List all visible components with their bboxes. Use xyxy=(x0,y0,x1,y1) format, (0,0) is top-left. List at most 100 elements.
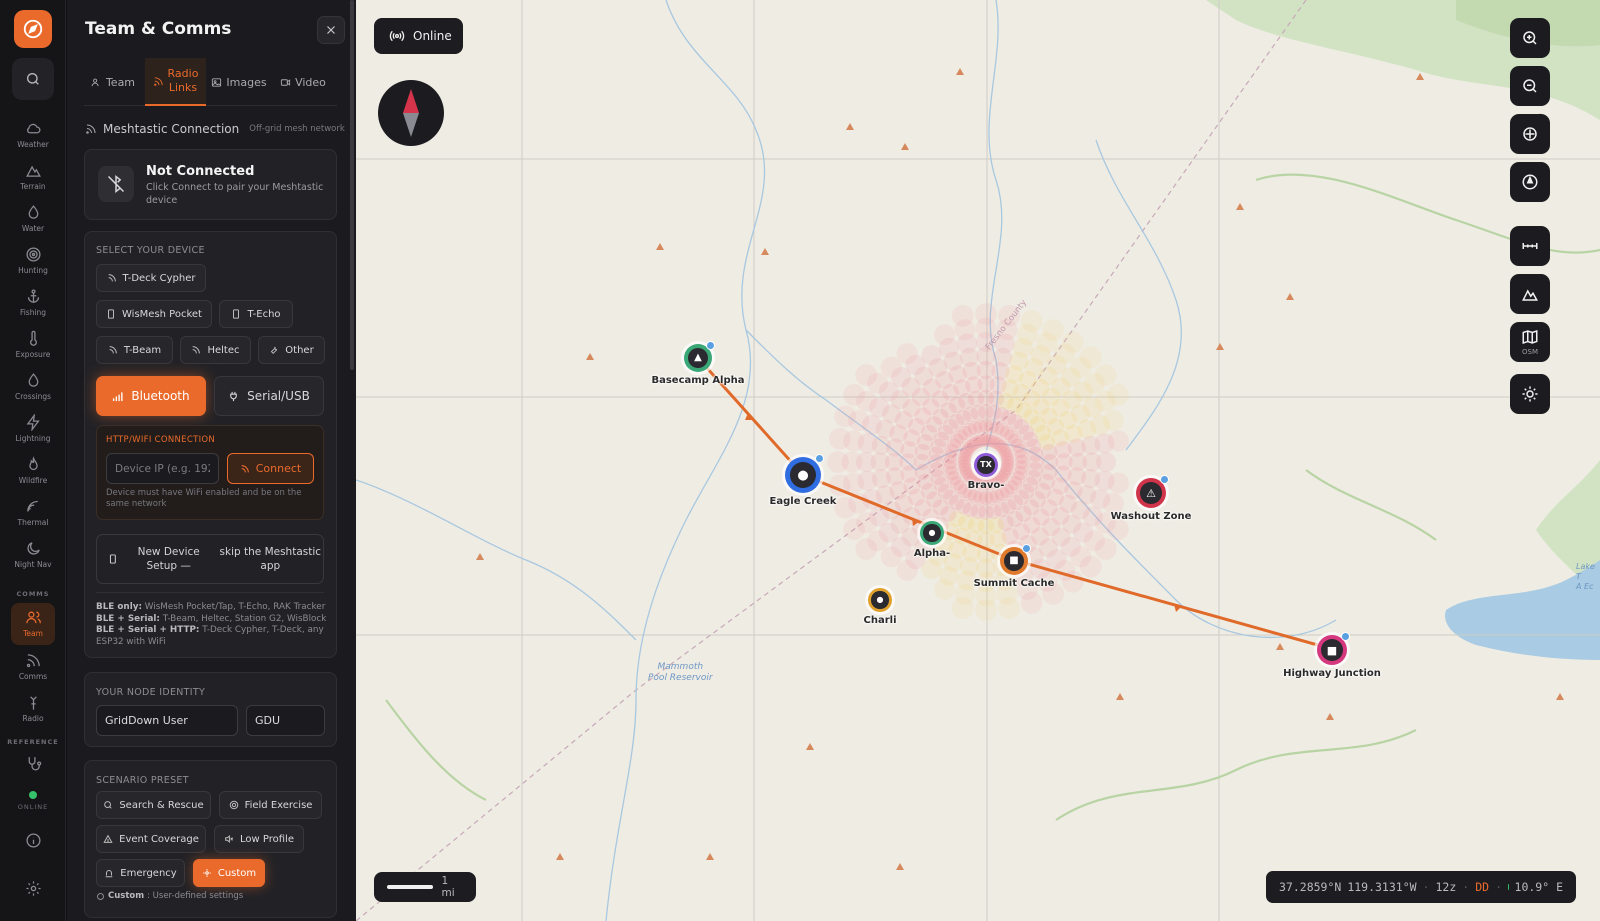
measure-button[interactable] xyxy=(1510,226,1550,266)
panel-scrollbar[interactable] xyxy=(350,0,354,370)
osm-label: OSM xyxy=(1522,348,1538,356)
map-marker[interactable]: ⚠ xyxy=(1136,475,1169,508)
preset-note-value: : User-defined settings xyxy=(147,891,244,901)
coverage-dot xyxy=(896,559,918,581)
ruler-icon xyxy=(1522,243,1538,249)
tab-video[interactable]: Video xyxy=(273,58,333,106)
gear-icon xyxy=(25,881,41,896)
map-marker[interactable]: TX xyxy=(974,453,998,477)
rss-icon xyxy=(108,274,116,282)
rail-item-fishing[interactable]: Fishing xyxy=(0,288,66,328)
device-ip-input[interactable] xyxy=(106,453,219,484)
rail-item-label: Wildfire xyxy=(18,476,48,485)
coverage-dot xyxy=(1079,346,1102,369)
chip-label: Event Coverage xyxy=(119,833,199,845)
flame-icon xyxy=(28,456,38,471)
map-marker[interactable]: ▲ xyxy=(684,341,715,372)
info-button[interactable] xyxy=(0,832,66,872)
compat-value: T-Beam, Heltec, Station G2, WisBlock xyxy=(162,613,327,624)
preset-emergency[interactable]: Emergency xyxy=(96,859,185,887)
rail-item-exposure[interactable]: Exposure xyxy=(0,330,66,370)
coverage-dot xyxy=(1094,538,1117,560)
coordinate-format-toggle[interactable]: DD xyxy=(1475,880,1489,894)
preset-event-coverage[interactable]: Event Coverage xyxy=(96,825,206,853)
map-icon xyxy=(1522,329,1538,345)
bluetooth-button[interactable]: Bluetooth xyxy=(96,376,206,416)
app-logo[interactable] xyxy=(14,10,52,48)
preset-field-exercise[interactable]: Field Exercise xyxy=(219,791,322,819)
coverage-dot xyxy=(1020,310,1043,333)
compass-button[interactable] xyxy=(378,80,444,146)
coverage-dot xyxy=(827,451,849,473)
rail-item-label: Weather xyxy=(17,140,49,149)
map-marker[interactable]: ● xyxy=(920,521,944,545)
coverage-dot xyxy=(1096,452,1116,472)
serial-usb-button[interactable]: Serial/USB xyxy=(214,376,324,416)
zoom-in-button[interactable] xyxy=(1510,18,1550,58)
online-status-pill[interactable]: Online xyxy=(374,18,463,54)
map-view[interactable]: Mammoth Pool Reservoir Fresno County Lake… xyxy=(356,0,1600,921)
rail-item-team[interactable]: Team xyxy=(11,603,55,645)
map-marker[interactable]: ● xyxy=(868,588,892,612)
coordinates-readout[interactable]: 37.2859°N 119.3131°W · 12z · DD · 10.9° … xyxy=(1266,871,1576,903)
map-marker[interactable]: ■ xyxy=(1000,544,1031,575)
close-panel-button[interactable] xyxy=(317,16,345,44)
tab-label: Video xyxy=(295,75,326,89)
device-t-beam[interactable]: T-Beam xyxy=(96,336,173,364)
rail-item-wildfire[interactable]: Wildfire xyxy=(0,456,66,496)
rail-item-night-nav[interactable]: Night Nav xyxy=(0,540,66,580)
map-marker[interactable]: ■ xyxy=(1317,632,1350,665)
separator: · xyxy=(1495,880,1503,894)
compat-row: BLE only: WisMesh Pocket/Tap, T-Echo, RA… xyxy=(96,602,328,614)
rail-item-terrain[interactable]: Terrain xyxy=(0,162,66,202)
marker-label: Eagle Creek xyxy=(769,496,837,507)
preset-low-profile[interactable]: Low Profile xyxy=(214,825,304,853)
new-device-setup-button[interactable]: New Device Setup — skip the Meshtastic a… xyxy=(96,534,324,584)
device-wismesh-pocket[interactable]: WisMesh Pocket xyxy=(96,300,212,328)
node-name-input[interactable] xyxy=(96,705,238,736)
rail-item-thermal[interactable]: Thermal xyxy=(0,498,66,538)
device-heltec[interactable]: Heltec xyxy=(180,336,251,364)
tab-team[interactable]: Team xyxy=(84,58,142,106)
locate-button[interactable] xyxy=(1510,114,1550,154)
rail-item-lightning[interactable]: Lightning xyxy=(0,414,66,454)
rss-icon xyxy=(86,124,96,134)
tent-icon xyxy=(103,834,113,843)
bluetooth-label: Bluetooth xyxy=(131,389,190,403)
rail-item-hunting[interactable]: Hunting xyxy=(0,246,66,286)
close-icon xyxy=(327,26,335,34)
coverage-dot xyxy=(975,599,997,621)
device-t-echo[interactable]: T-Echo xyxy=(219,300,293,328)
brightness-button[interactable] xyxy=(1510,374,1550,414)
rail-item-comms[interactable]: Comms xyxy=(0,652,66,692)
chip-label: Low Profile xyxy=(240,833,294,845)
zoom-out-button[interactable] xyxy=(1510,66,1550,106)
map-marker[interactable]: ● xyxy=(785,454,824,493)
tab-images[interactable]: Images xyxy=(208,58,270,106)
lake-label-line1: Lake T xyxy=(1576,562,1595,581)
coverage-dot xyxy=(951,597,974,620)
node-short-name-input[interactable] xyxy=(246,705,325,736)
rail-item-water[interactable]: Water xyxy=(0,204,66,244)
settings-button[interactable] xyxy=(0,880,66,920)
coverage-dot xyxy=(1094,364,1117,386)
elevation-button[interactable] xyxy=(1510,274,1550,314)
phone-icon xyxy=(109,554,116,564)
connect-button[interactable]: Connect xyxy=(227,453,314,484)
preset-search-rescue[interactable]: Search & Rescue xyxy=(96,791,211,819)
rss-icon xyxy=(193,346,201,354)
marker-label: Washout Zone xyxy=(1110,511,1192,522)
device-t-deck-cypher[interactable]: T-Deck Cypher xyxy=(96,264,206,292)
rail-item-crossings[interactable]: Crossings xyxy=(0,372,66,412)
rail-item-weather[interactable]: Weather xyxy=(0,120,66,160)
north-up-button[interactable] xyxy=(1510,162,1550,202)
basemap-osm-button[interactable]: OSM xyxy=(1510,322,1550,362)
rail-item-medical[interactable] xyxy=(0,755,66,795)
marker-status-dot xyxy=(1022,544,1031,553)
search-button[interactable] xyxy=(12,58,54,100)
preset-custom[interactable]: Custom xyxy=(193,859,265,887)
tab-radio-links[interactable]: Radio Links xyxy=(145,58,206,106)
coverage-dot xyxy=(1014,449,1029,464)
rail-item-radio[interactable]: Radio xyxy=(0,694,66,734)
device-other[interactable]: Other xyxy=(258,336,325,364)
